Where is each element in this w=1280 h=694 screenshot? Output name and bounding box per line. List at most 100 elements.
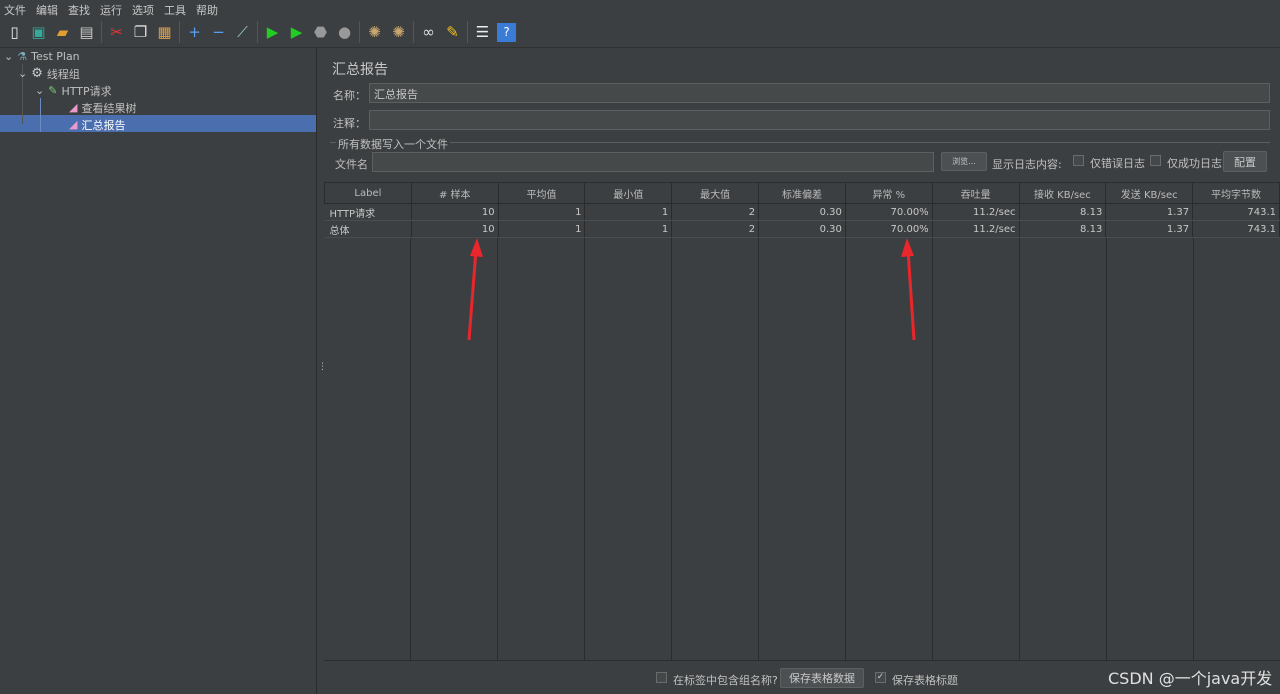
table-row[interactable]: HTTP请求 10 1 1 2 0.30 70.00% 11.2/sec 8.13 1.37 743…	[324, 203, 1280, 221]
menu-options[interactable]: 选项	[128, 0, 160, 17]
table-grid	[324, 237, 1280, 661]
filename-input[interactable]	[372, 152, 934, 172]
search-icon[interactable]: ∞	[419, 23, 438, 42]
success-only-checkbox[interactable]	[1150, 155, 1161, 166]
column-header[interactable]: 标准偏差	[758, 182, 846, 204]
column-header[interactable]: 最小值	[584, 182, 673, 204]
listener-icon: ◢	[69, 118, 78, 131]
column-header[interactable]: 接收 KB/sec	[1018, 182, 1107, 204]
new-icon[interactable]: ▯	[5, 23, 24, 42]
toolbar: ▯ ▣ ▰ ▤ ✂ ❐ ▦ + − ⟋ ▶ ▶ ⬣ ● ✺ ✺ ∞ ✎ ☰ ?	[0, 17, 1280, 48]
table-cell: 0.30	[758, 220, 846, 238]
menu-help[interactable]: 帮助	[192, 0, 224, 17]
save-header-checkbox[interactable]: ✓	[875, 672, 886, 683]
paste-icon[interactable]: ▦	[155, 23, 174, 42]
summary-table: Label # 样本 平均值 最小值 最大值 标准偏差 异常 % 吞吐量 接收 KB/sec 发送…	[324, 182, 1280, 238]
tree-label: 查看结果树	[81, 101, 137, 115]
panel-title: 汇总报告	[332, 62, 388, 78]
chevron-down-icon[interactable]: ⌄	[4, 50, 13, 63]
comment-input[interactable]	[369, 110, 1270, 130]
column-header[interactable]: # 样本	[410, 182, 499, 204]
save-icon[interactable]: ▤	[77, 23, 96, 42]
column-header[interactable]: 最大值	[671, 182, 760, 204]
table-row[interactable]: 总体 10 1 1 2 0.30 70.00% 11.2/sec 8.13 1.37 743.1	[324, 220, 1280, 238]
table-cell: 743.1	[1192, 203, 1280, 221]
table-cell: 总体	[324, 220, 412, 238]
menu-tools[interactable]: 工具	[160, 0, 192, 17]
table-cell: 743.1	[1192, 220, 1280, 238]
table-header: Label # 样本 平均值 最小值 最大值 标准偏差 异常 % 吞吐量 接收 KB/sec 发送…	[324, 182, 1280, 204]
errors-only-checkbox[interactable]	[1073, 155, 1084, 166]
copy-icon[interactable]: ❐	[131, 23, 150, 42]
include-group-label: 在标签中包含组名称?	[673, 674, 778, 687]
flask-icon: ⚗	[17, 50, 28, 63]
tree-label: 汇总报告	[81, 118, 126, 132]
tree-node-summary-report[interactable]: ◢ 汇总报告	[69, 116, 125, 133]
save-header-label: 保存表格标题	[892, 674, 958, 687]
column-header[interactable]: Label	[324, 182, 412, 204]
column-header[interactable]: 吞吐量	[931, 182, 1020, 204]
collapse-icon[interactable]: −	[209, 23, 228, 42]
clear-icon[interactable]: ✺	[365, 23, 384, 42]
comment-label: 注释：	[333, 117, 366, 130]
chevron-down-icon[interactable]: ⌄	[18, 67, 27, 80]
start-icon[interactable]: ▶	[263, 23, 282, 42]
menu-file[interactable]: 文件	[0, 0, 32, 17]
table-cell: 10	[411, 220, 499, 238]
stop-icon[interactable]: ⬣	[311, 23, 330, 42]
tree-node-view-results-tree[interactable]: ◢ 查看结果树	[69, 99, 136, 116]
function-helper-icon[interactable]: ☰	[473, 23, 492, 42]
cut-icon[interactable]: ✂	[107, 23, 126, 42]
table-cell: 1.37	[1105, 203, 1194, 221]
chevron-down-icon[interactable]: ⌄	[35, 84, 44, 97]
table-cell: 1	[584, 220, 673, 238]
column-header[interactable]: 平均字节数	[1192, 182, 1280, 204]
tree-label: 线程组	[46, 67, 80, 81]
success-only-label: 仅成功日志	[1167, 157, 1222, 170]
file-group-title: 所有数据写入一个文件	[336, 136, 450, 152]
menu-run[interactable]: 运行	[96, 0, 128, 17]
expand-icon[interactable]: +	[185, 23, 204, 42]
table-cell: 8.13	[1019, 203, 1107, 221]
table-cell: 2	[671, 220, 760, 238]
table-cell: 11.2/sec	[932, 220, 1020, 238]
table-cell: 10	[411, 203, 499, 221]
menu-bar: 文件 编辑 查找 运行 选项 工具 帮助	[0, 0, 1280, 17]
column-header[interactable]: 发送 KB/sec	[1105, 182, 1194, 204]
column-header[interactable]: 平均值	[497, 182, 586, 204]
tree-node-thread-group[interactable]: ⌄ ⚙ 线程组	[18, 65, 80, 82]
menu-search[interactable]: 查找	[64, 0, 96, 17]
menu-edit[interactable]: 编辑	[32, 0, 64, 17]
browse-button[interactable]: 浏览...	[941, 152, 987, 171]
save-table-data-button[interactable]: 保存表格数据	[780, 668, 864, 688]
include-group-checkbox[interactable]	[656, 672, 667, 683]
tree-node-http-request[interactable]: ⌄ ✎ HTTP请求	[35, 82, 112, 99]
name-label: 名称：	[333, 89, 366, 102]
name-input[interactable]: 汇总报告	[369, 83, 1270, 103]
clear-all-icon[interactable]: ✺	[389, 23, 408, 42]
start-no-pause-icon[interactable]: ▶	[287, 23, 306, 42]
split-pane-divider[interactable]: ⋮	[316, 48, 327, 694]
filename-label: 文件名	[335, 158, 368, 171]
table-cell: 1	[584, 203, 673, 221]
tree-label: HTTP请求	[61, 84, 112, 98]
watermark: CSDN @一个java开发	[1108, 669, 1273, 688]
open-icon[interactable]: ▰	[53, 23, 72, 42]
configure-button[interactable]: 配置	[1223, 151, 1267, 172]
templates-icon[interactable]: ▣	[29, 23, 48, 42]
test-plan-tree: ⌄ ⚗ Test Plan ⌄ ⚙ 线程组 ⌄ ✎ HTTP请求 ◢ 查看结果树 ◢ 汇总报告	[0, 48, 316, 694]
help-icon[interactable]: ?	[497, 22, 516, 42]
shutdown-icon[interactable]: ●	[335, 23, 354, 42]
toolbar-separator	[101, 21, 102, 43]
tree-node-test-plan[interactable]: ⌄ ⚗ Test Plan	[4, 48, 80, 65]
reset-search-icon[interactable]: ✎	[443, 23, 462, 42]
table-cell: 1	[498, 203, 586, 221]
errors-only-label: 仅错误日志	[1090, 157, 1145, 170]
log-content-label: 显示日志内容:	[992, 158, 1062, 171]
table-cell: 11.2/sec	[932, 203, 1020, 221]
column-header[interactable]: 异常 %	[844, 182, 933, 204]
toggle-icon[interactable]: ⟋	[233, 23, 252, 42]
listener-icon: ◢	[69, 101, 78, 114]
toolbar-separator	[467, 21, 468, 43]
table-cell: HTTP请求	[324, 203, 412, 221]
